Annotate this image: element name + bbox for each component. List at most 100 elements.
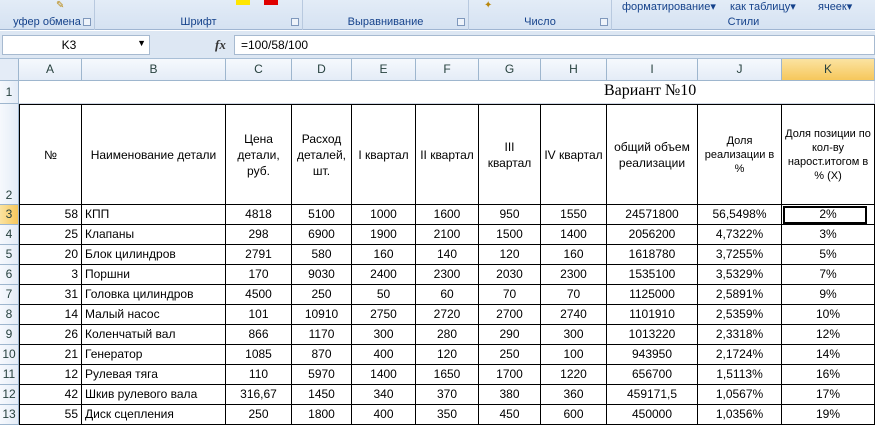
table-cell[interactable]: 1,0356%	[698, 405, 782, 425]
table-cell[interactable]: 1000	[352, 205, 416, 225]
table-header-cell[interactable]: общий объем реализации	[607, 104, 698, 205]
conditional-formatting-button[interactable]: форматирование▾	[622, 0, 716, 13]
table-header-cell[interactable]: Расход деталей, шт.	[292, 104, 352, 205]
table-cell[interactable]: 160	[352, 245, 416, 265]
column-header-k[interactable]: K	[782, 59, 875, 81]
chevron-down-icon[interactable]: ▼	[137, 38, 146, 48]
table-cell[interactable]: 943950	[607, 345, 698, 365]
table-cell[interactable]: 70	[479, 285, 541, 305]
table-cell[interactable]: 1,5113%	[698, 365, 782, 385]
table-cell[interactable]: 170	[226, 265, 292, 285]
table-cell[interactable]: 2056200	[607, 225, 698, 245]
table-cell[interactable]: 110	[226, 365, 292, 385]
row-header-12[interactable]: 12	[0, 385, 19, 405]
table-header-cell[interactable]: Доля реализации в %	[698, 104, 782, 205]
table-cell[interactable]: 1170	[292, 325, 352, 345]
table-cell[interactable]: 2791	[226, 245, 292, 265]
column-header-a[interactable]: A	[19, 59, 82, 81]
table-cell[interactable]: 2300	[541, 265, 607, 285]
table-cell[interactable]: 100	[541, 345, 607, 365]
select-all-corner[interactable]	[0, 59, 19, 81]
dialog-launcher-icon[interactable]	[83, 18, 91, 26]
column-header-d[interactable]: D	[292, 59, 352, 81]
table-cell[interactable]: Генератор	[82, 345, 226, 365]
table-cell[interactable]: 250	[226, 405, 292, 425]
column-header-c[interactable]: C	[226, 59, 292, 81]
column-header-g[interactable]: G	[479, 59, 541, 81]
table-header-cell[interactable]: IV квартал	[541, 104, 607, 205]
table-cell[interactable]: 400	[352, 345, 416, 365]
table-cell[interactable]: 3,5329%	[698, 265, 782, 285]
column-header-h[interactable]: H	[541, 59, 607, 81]
row-header-5[interactable]: 5	[0, 245, 19, 265]
table-cell[interactable]: 17%	[782, 385, 875, 405]
table-cell[interactable]: 1013220	[607, 325, 698, 345]
table-cell[interactable]: 1400	[352, 365, 416, 385]
table-cell[interactable]: 1550	[541, 205, 607, 225]
table-cell[interactable]: 656700	[607, 365, 698, 385]
table-cell[interactable]: 5100	[292, 205, 352, 225]
table-cell[interactable]: Поршни	[82, 265, 226, 285]
cell-d1[interactable]	[292, 81, 352, 104]
table-cell[interactable]: 380	[479, 385, 541, 405]
table-cell[interactable]: 2300	[416, 265, 479, 285]
column-header-j[interactable]: J	[698, 59, 782, 81]
cell-a1[interactable]	[19, 81, 82, 104]
table-cell[interactable]: 298	[226, 225, 292, 245]
table-cell[interactable]: 3	[19, 265, 82, 285]
table-cell[interactable]: 50	[352, 285, 416, 305]
table-cell[interactable]: 450000	[607, 405, 698, 425]
table-cell[interactable]: 370	[416, 385, 479, 405]
cell-c1[interactable]	[226, 81, 292, 104]
table-cell[interactable]: 4,7322%	[698, 225, 782, 245]
table-cell[interactable]: 4818	[226, 205, 292, 225]
table-cell[interactable]: 120	[479, 245, 541, 265]
row-header-10[interactable]: 10	[0, 345, 19, 365]
name-box[interactable]: K3 ▼	[2, 35, 150, 55]
table-cell[interactable]: 2100	[416, 225, 479, 245]
table-cell[interactable]: 300	[541, 325, 607, 345]
cell-styles-button[interactable]: ячеек▾	[818, 0, 852, 13]
table-cell[interactable]: 16%	[782, 365, 875, 385]
table-cell[interactable]: 14%	[782, 345, 875, 365]
row-header-11[interactable]: 11	[0, 365, 19, 385]
insert-function-icon[interactable]: fx	[215, 37, 226, 53]
table-cell[interactable]: Блок цилиндров	[82, 245, 226, 265]
table-cell[interactable]: 459171,5	[607, 385, 698, 405]
table-cell[interactable]: 2,5359%	[698, 305, 782, 325]
row-header-8[interactable]: 8	[0, 305, 19, 325]
row-header-6[interactable]: 6	[0, 265, 19, 285]
table-cell[interactable]: 10910	[292, 305, 352, 325]
table-cell[interactable]: 14	[19, 305, 82, 325]
table-cell[interactable]: Шкив рулевого вала	[82, 385, 226, 405]
dialog-launcher-icon[interactable]	[457, 18, 465, 26]
table-cell[interactable]: 26	[19, 325, 82, 345]
table-cell[interactable]: 9030	[292, 265, 352, 285]
row-header-7[interactable]: 7	[0, 285, 19, 305]
table-cell[interactable]: 1400	[541, 225, 607, 245]
table-cell[interactable]: Клапаны	[82, 225, 226, 245]
table-cell[interactable]: 9%	[782, 285, 875, 305]
table-cell[interactable]: 300	[352, 325, 416, 345]
cell-b1[interactable]	[82, 81, 226, 104]
table-cell[interactable]: 290	[479, 325, 541, 345]
cell-e1[interactable]	[352, 81, 416, 104]
table-header-cell[interactable]: Доля позиции по кол-ву нарост.итогом в %…	[782, 104, 875, 205]
cell-g1[interactable]	[479, 81, 541, 104]
table-cell[interactable]: 250	[479, 345, 541, 365]
row-header-1[interactable]: 1	[0, 81, 19, 104]
table-cell[interactable]: 250	[292, 285, 352, 305]
table-cell[interactable]: 1618780	[607, 245, 698, 265]
table-cell[interactable]: 866	[226, 325, 292, 345]
table-cell[interactable]: 31	[19, 285, 82, 305]
table-header-cell[interactable]: III квартал	[479, 104, 541, 205]
table-cell[interactable]: 340	[352, 385, 416, 405]
table-cell[interactable]: 2720	[416, 305, 479, 325]
table-cell[interactable]: 7%	[782, 265, 875, 285]
table-cell[interactable]: 6900	[292, 225, 352, 245]
table-cell[interactable]: 25	[19, 225, 82, 245]
formula-input[interactable]: =100/58/100	[234, 35, 875, 55]
table-cell[interactable]: 3,7255%	[698, 245, 782, 265]
dialog-launcher-icon[interactable]	[291, 18, 299, 26]
table-cell[interactable]: 1450	[292, 385, 352, 405]
